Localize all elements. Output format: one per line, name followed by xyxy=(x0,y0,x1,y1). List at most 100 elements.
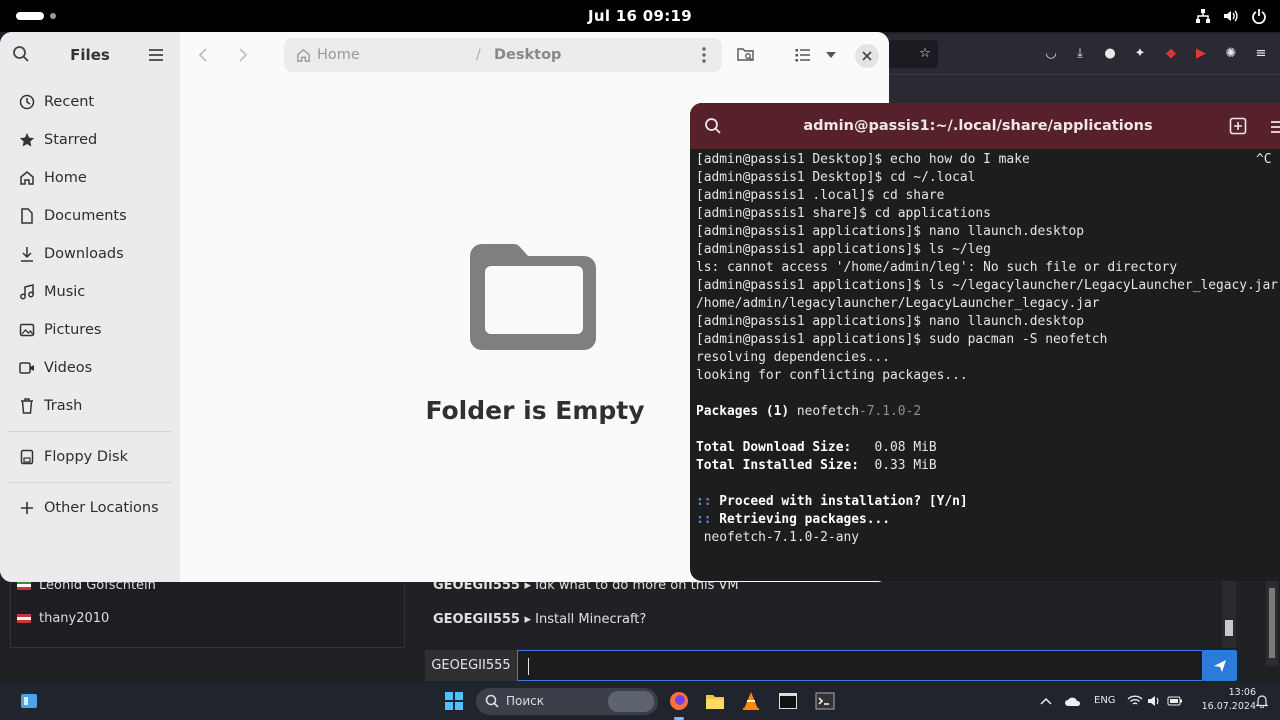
react-devtools-icon[interactable]: ✺ xyxy=(1222,45,1240,63)
taskbar-clock[interactable]: 13:06 16.07.2024 xyxy=(1188,686,1256,714)
volume-icon[interactable] xyxy=(1222,6,1240,26)
terminal-line: [admin@passis1 applications]$ sudo pacma… xyxy=(696,332,1108,347)
terminal-line: /home/admin/legacylauncher/LegacyLaunche… xyxy=(696,296,1100,311)
youtube-icon[interactable]: ▶ xyxy=(1192,45,1210,63)
forward-button[interactable] xyxy=(232,44,254,66)
trash-icon xyxy=(18,398,36,414)
account-icon[interactable]: ● xyxy=(1101,45,1119,63)
home-icon xyxy=(297,48,310,62)
bookmark-star-icon[interactable]: ☆ xyxy=(916,45,934,63)
path-bar[interactable]: Home / Desktop xyxy=(284,38,722,72)
sidebar-item-pictures[interactable]: Pictures xyxy=(0,313,180,347)
view-options-dropdown[interactable] xyxy=(820,44,842,66)
chevron-left-icon xyxy=(198,48,207,62)
browser-content-top xyxy=(888,74,1280,104)
terminal-line: Total Installed Size: 0.33 MiB xyxy=(696,458,937,473)
terminal-header: admin@passis1:~/.local/share/application… xyxy=(690,103,1280,149)
sidebar-item-starred[interactable]: Starred xyxy=(0,123,180,157)
battery-icon[interactable] xyxy=(1164,690,1186,712)
page-scrollbar[interactable] xyxy=(1266,580,1278,666)
activities-button[interactable] xyxy=(16,12,44,20)
back-button[interactable] xyxy=(192,44,214,66)
speaker-icon[interactable] xyxy=(1143,690,1165,712)
chat-messages: GEOEGII555 ▸ Idk what to do more on this… xyxy=(425,576,1237,648)
kebab-menu-icon[interactable] xyxy=(702,47,706,67)
chat-input[interactable] xyxy=(517,650,1203,681)
flag-icon xyxy=(17,614,31,623)
file-explorer-icon[interactable] xyxy=(704,690,726,712)
sidebar-item-recent[interactable]: Recent xyxy=(0,85,180,119)
close-button[interactable] xyxy=(855,44,879,68)
terminal-title: admin@passis1:~/.local/share/application… xyxy=(803,118,1153,134)
chat-scrollbar[interactable] xyxy=(1222,576,1236,648)
network-icon[interactable] xyxy=(1194,6,1212,26)
send-button[interactable] xyxy=(1203,650,1237,681)
picture-icon xyxy=(18,322,36,338)
pocket-icon[interactable]: ◡ xyxy=(1042,45,1060,63)
chat-message: GEOEGII555 ▸ Install Minecraft? xyxy=(433,612,646,627)
clock[interactable]: Jul 16 09:19 xyxy=(540,0,740,32)
path-home[interactable]: Home xyxy=(296,38,360,72)
star-icon xyxy=(18,132,36,148)
ublock-icon[interactable]: ◆ xyxy=(1162,45,1180,63)
terminal-line: [admin@passis1 applications]$ nano llaun… xyxy=(696,314,1085,329)
close-icon xyxy=(862,51,872,61)
clock-icon xyxy=(18,94,36,110)
notification-bell-icon[interactable] xyxy=(1251,690,1273,712)
menu-icon[interactable]: ≡ xyxy=(1252,45,1270,63)
sidebar-item-trash[interactable]: Trash xyxy=(0,389,180,423)
search-in-folder-button[interactable] xyxy=(735,44,757,66)
chat-compose: GEOEGII555 xyxy=(425,650,1237,681)
sidebar-item-home[interactable]: Home xyxy=(0,161,180,195)
user-list-item[interactable]: thany2010 xyxy=(17,611,109,626)
taskbar-search[interactable]: Поиск xyxy=(476,688,658,715)
sidebar-header: Files xyxy=(0,32,180,78)
extensions-icon[interactable]: ✦ xyxy=(1131,45,1149,63)
empty-folder-icon xyxy=(470,238,600,356)
sidebar-item-floppy-disk[interactable]: Floppy Disk xyxy=(0,440,180,474)
power-icon[interactable] xyxy=(1250,6,1268,26)
list-view-icon xyxy=(795,49,810,62)
top-bar: Jul 16 09:19 xyxy=(0,0,1280,32)
floppy-disk-icon xyxy=(18,449,36,465)
sidebar-item-music[interactable]: Music xyxy=(0,275,180,309)
system-tray[interactable] xyxy=(1194,6,1268,26)
hamburger-menu-icon[interactable] xyxy=(148,47,164,66)
chevron-up-icon[interactable] xyxy=(1035,690,1057,712)
workspace-indicator[interactable] xyxy=(50,13,56,19)
vlc-icon[interactable] xyxy=(740,690,762,712)
sidebar-divider xyxy=(8,482,172,483)
terminal-line: :: Retrieving packages... xyxy=(696,512,891,527)
new-tab-icon[interactable] xyxy=(1229,117,1247,139)
sidebar-item-downloads[interactable]: Downloads xyxy=(0,237,180,271)
sidebar-item-documents[interactable]: Documents xyxy=(0,199,180,233)
flag-icon xyxy=(17,581,31,590)
terminal-output[interactable]: [admin@passis1 Desktop]$ echo how do I m… xyxy=(696,151,1280,547)
terminal-line: Packages (1) neofetch-7.1.0-2 xyxy=(696,404,922,419)
document-icon xyxy=(18,208,36,224)
chat-user-list: Leonid Gofschtein thany2010 xyxy=(10,576,405,648)
plus-icon xyxy=(18,501,36,515)
hamburger-menu-icon[interactable] xyxy=(1270,119,1280,138)
terminal-line: [admin@passis1 applications]$ nano llaun… xyxy=(696,224,1085,239)
sidebar-item-videos[interactable]: Videos xyxy=(0,351,180,385)
widgets-icon[interactable] xyxy=(18,690,40,712)
language-indicator[interactable]: ENG xyxy=(1094,682,1116,720)
terminal-line: [admin@passis1 Desktop]$ echo how do I m… xyxy=(696,152,1030,167)
terminal-line: ls: cannot access '/home/admin/leg': No … xyxy=(696,260,1178,275)
firefox-icon[interactable] xyxy=(668,690,690,712)
start-button[interactable] xyxy=(443,690,465,712)
view-list-button[interactable] xyxy=(792,44,814,66)
command-prompt-icon[interactable] xyxy=(814,690,836,712)
terminal-app-icon[interactable] xyxy=(777,690,799,712)
download-icon xyxy=(18,246,36,262)
download-icon[interactable]: ⤓ xyxy=(1071,45,1089,63)
folder-search-icon xyxy=(737,48,754,61)
terminal-line: neofetch-7.1.0-2-any xyxy=(696,530,859,545)
terminal-window: admin@passis1:~/.local/share/application… xyxy=(690,103,1280,581)
path-current[interactable]: Desktop xyxy=(494,38,561,72)
sidebar-item-other-locations[interactable]: Other Locations xyxy=(0,491,180,525)
onedrive-icon[interactable] xyxy=(1062,690,1084,712)
